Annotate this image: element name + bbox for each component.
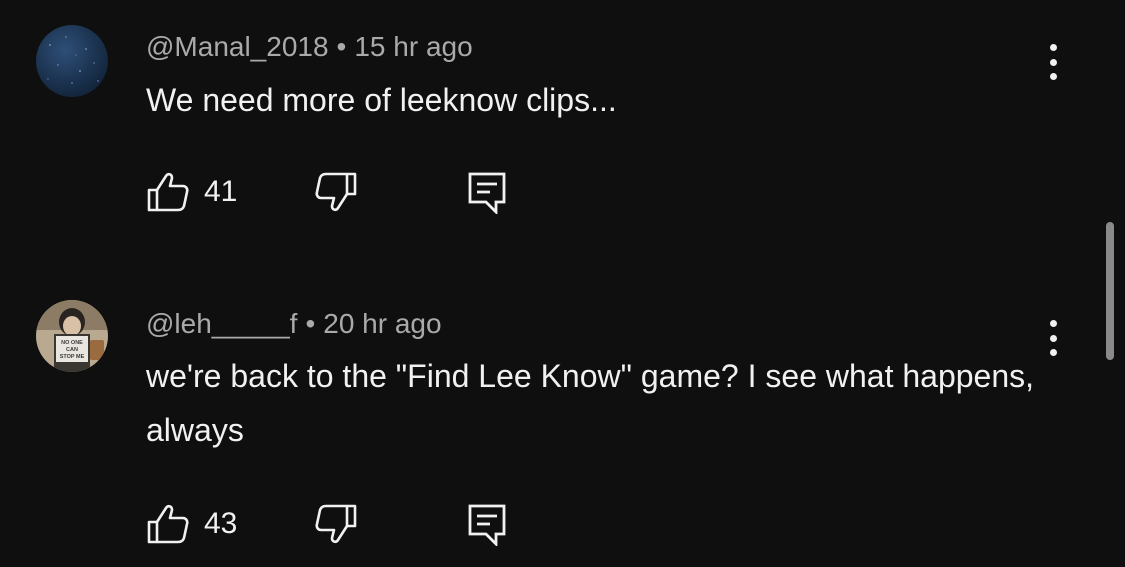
avatar-caption-line: STOP ME <box>60 354 85 360</box>
comment-timestamp[interactable]: 20 hr ago <box>323 308 441 339</box>
comment-actions: 41 <box>146 170 546 216</box>
comment-author-handle[interactable]: @Manal_2018 <box>146 31 329 62</box>
reply-icon[interactable] <box>466 170 510 214</box>
more-dot <box>1049 73 1057 80</box>
photo-avatar-icon: NO ONE CAN STOP ME <box>36 300 108 372</box>
like-icon[interactable] <box>146 502 190 546</box>
more-dot <box>1049 334 1057 342</box>
comment-actions: 43 <box>146 502 546 548</box>
like-icon[interactable] <box>146 170 190 214</box>
avatar-caption-line: CAN <box>66 347 78 353</box>
more-dot <box>1049 349 1057 356</box>
more-dot <box>1049 58 1057 66</box>
more-dot <box>1049 320 1057 327</box>
like-count: 43 <box>204 507 238 540</box>
starry-night-avatar-icon <box>36 25 108 97</box>
comment-author-handle[interactable]: @leh_____f <box>146 308 297 339</box>
comment-text: We need more of leeknow clips... <box>146 82 617 118</box>
avatar-caption-line: NO ONE <box>61 340 83 346</box>
comments-panel: @Manal_2018 • 15 hr ago We need more of le… <box>0 0 1125 567</box>
dislike-icon[interactable] <box>314 502 358 546</box>
meta-separator: • <box>336 31 347 62</box>
meta-separator: • <box>305 308 316 339</box>
comment-meta: @leh_____f • 20 hr ago <box>146 307 442 341</box>
scrollbar-thumb[interactable] <box>1106 222 1114 360</box>
comment-text: we're back to the "Find Lee Know" game? … <box>146 358 1035 448</box>
more-dot <box>1049 44 1057 51</box>
reply-icon[interactable] <box>466 502 510 546</box>
comment-timestamp[interactable]: 15 hr ago <box>354 31 472 62</box>
like-count: 41 <box>204 175 238 208</box>
user-avatar[interactable]: NO ONE CAN STOP ME <box>36 300 108 372</box>
comment-meta: @Manal_2018 • 15 hr ago <box>146 30 473 64</box>
dislike-icon[interactable] <box>314 170 358 214</box>
user-avatar[interactable] <box>36 25 108 97</box>
